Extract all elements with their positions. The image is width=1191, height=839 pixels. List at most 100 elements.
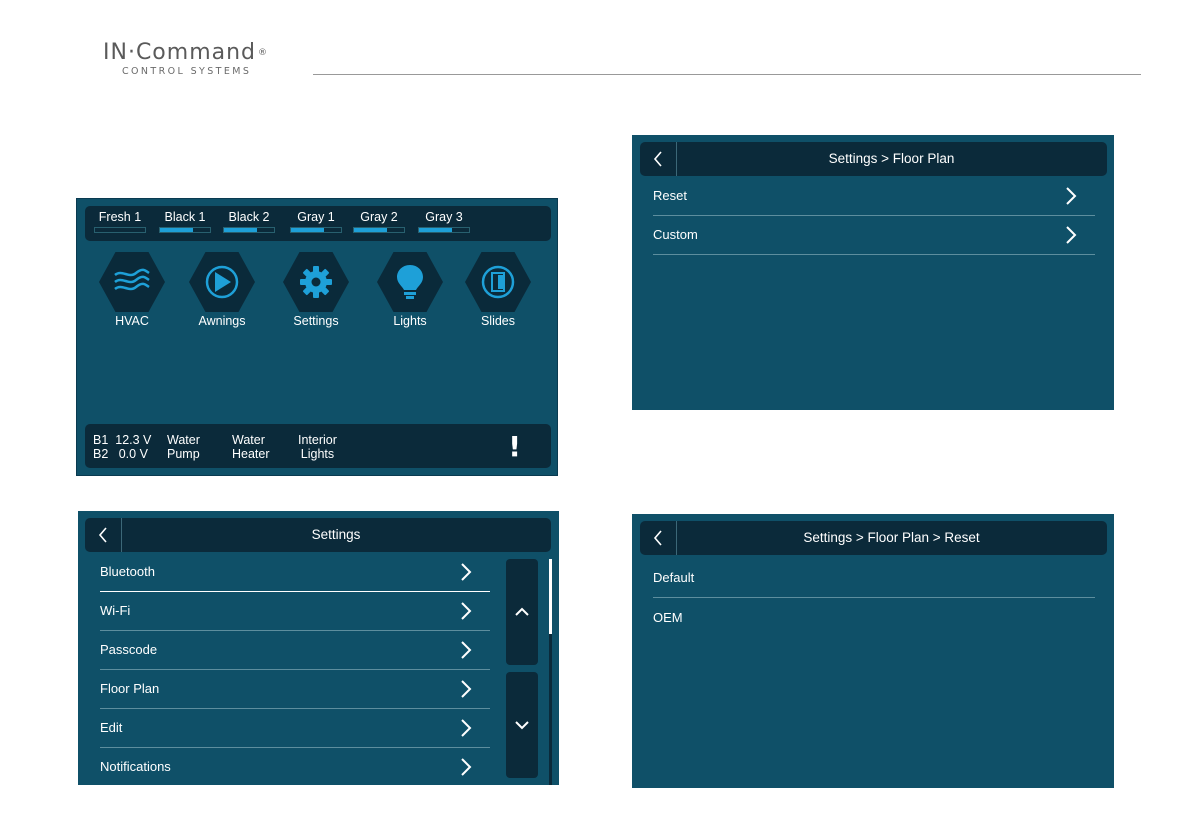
tank-gauge: [94, 227, 146, 233]
item-label: Edit: [100, 720, 123, 735]
item-label: Custom: [653, 227, 698, 242]
toggle-label-line1: Water: [232, 433, 265, 447]
tank-black-1[interactable]: Black 1: [157, 210, 213, 233]
tank-gauge: [159, 227, 211, 233]
header-rule: [313, 74, 1141, 75]
app-label: Awnings: [198, 314, 246, 328]
awning-icon: [205, 265, 239, 299]
settings-item-floor-plan[interactable]: Floor Plan: [100, 670, 490, 709]
hex-frame: [465, 252, 531, 312]
tank-gauge-fill: [354, 228, 387, 232]
tank-gauge-fill: [419, 228, 452, 232]
registered-mark: ®: [258, 48, 269, 58]
lights-button[interactable]: Lights: [365, 252, 455, 328]
reset-header: Settings > Floor Plan > Reset: [640, 521, 1107, 555]
chevron-up-icon: [515, 607, 529, 616]
hvac-button[interactable]: HVAC: [87, 252, 177, 328]
status-bar: B1 12.3 V B2 0.0 V Water Pump Water Heat…: [85, 424, 551, 468]
tank-label: Gray 3: [425, 210, 463, 224]
floor-plan-item-custom[interactable]: Custom: [653, 216, 1095, 255]
tank-label: Black 2: [228, 210, 270, 224]
chevron-right-icon: [461, 563, 472, 581]
scroll-down-button[interactable]: [506, 672, 538, 778]
brand-subtitle: CONTROL SYSTEMS: [122, 66, 252, 77]
battery-readout: B1 12.3 V B2 0.0 V: [93, 433, 151, 461]
brand-name: IN·Command ®: [103, 42, 268, 64]
floor-plan-item-reset[interactable]: Reset: [653, 177, 1095, 216]
floor-plan-header: Settings > Floor Plan: [640, 142, 1107, 176]
page-title: Settings > Floor Plan > Reset: [803, 530, 980, 545]
back-button[interactable]: [640, 521, 677, 555]
tank-gray-1[interactable]: Gray 1: [288, 210, 344, 233]
hex-frame: [99, 252, 165, 312]
chevron-left-icon: [98, 527, 107, 543]
tank-gauge-fill: [291, 228, 324, 232]
battery-2-label: B2: [93, 447, 109, 461]
page-title: Settings > Floor Plan: [828, 151, 955, 166]
tank-gauge: [418, 227, 470, 233]
chevron-right-icon: [461, 758, 472, 776]
chevron-down-icon: [515, 721, 529, 730]
brand-name-text: IN·Command: [103, 40, 257, 65]
chevron-right-icon: [461, 641, 472, 659]
awnings-button[interactable]: Awnings: [177, 252, 267, 328]
settings-item-notifications[interactable]: Notifications: [100, 748, 490, 785]
tank-label: Fresh 1: [98, 210, 142, 224]
item-label: Passcode: [100, 642, 158, 657]
alert-icon[interactable]: !: [508, 430, 521, 463]
item-label: Wi-Fi: [100, 603, 131, 618]
tank-label: Gray 1: [297, 210, 335, 224]
settings-item-edit[interactable]: Edit: [100, 709, 490, 748]
chevron-right-icon: [461, 680, 472, 698]
tank-levels-bar: Fresh 1 Black 1 Black 2 Gray 1 Gray 2 Gr…: [85, 206, 551, 241]
chevron-right-icon: [461, 602, 472, 620]
interior-lights-toggle[interactable]: Interior Lights: [298, 433, 337, 461]
settings-button[interactable]: Settings: [271, 252, 361, 328]
tank-gray-3[interactable]: Gray 3: [416, 210, 472, 233]
chevron-left-icon: [653, 530, 662, 546]
chevron-right-icon: [1066, 187, 1077, 205]
scroll-up-button[interactable]: [506, 559, 538, 665]
settings-item-wifi[interactable]: Wi-Fi: [100, 592, 490, 631]
reset-item-default[interactable]: Default: [653, 559, 1095, 598]
settings-screen: Settings Bluetooth Wi-Fi Passcode Floor …: [78, 511, 559, 785]
app-label: Slides: [480, 314, 516, 328]
back-button[interactable]: [85, 518, 122, 552]
settings-item-passcode[interactable]: Passcode: [100, 631, 490, 670]
reset-screen: Settings > Floor Plan > Reset Default OE…: [632, 514, 1114, 788]
tank-black-2[interactable]: Black 2: [221, 210, 277, 233]
tank-fresh-1[interactable]: Fresh 1: [92, 210, 148, 233]
slide-icon: [481, 265, 515, 299]
home-screen: Fresh 1 Black 1 Black 2 Gray 1 Gray 2 Gr…: [76, 198, 558, 476]
water-pump-toggle[interactable]: Water Pump: [167, 433, 200, 461]
settings-item-bluetooth[interactable]: Bluetooth: [100, 553, 490, 592]
tank-gauge: [353, 227, 405, 233]
floor-plan-screen: Settings > Floor Plan Reset Custom: [632, 135, 1114, 410]
water-heater-toggle[interactable]: Water Heater: [232, 433, 270, 461]
toggle-label-line2: Lights: [300, 447, 335, 461]
tank-gray-2[interactable]: Gray 2: [351, 210, 407, 233]
toggle-label-line2: Pump: [167, 447, 200, 461]
back-button[interactable]: [640, 142, 677, 176]
app-label: HVAC: [115, 314, 149, 328]
tank-gauge-fill: [224, 228, 257, 232]
reset-item-oem[interactable]: OEM: [653, 599, 1095, 638]
hex-frame: [377, 252, 443, 312]
chevron-right-icon: [1066, 226, 1077, 244]
hex-frame: [283, 252, 349, 312]
toggle-label-line1: Interior: [298, 433, 337, 447]
battery-1-label: B1: [93, 433, 109, 447]
tank-gauge-fill: [160, 228, 193, 232]
toggle-label-line2: Heater: [232, 447, 270, 461]
scrollbar-thumb[interactable]: [549, 559, 552, 634]
tank-label: Gray 2: [360, 210, 398, 224]
item-label: Floor Plan: [100, 681, 160, 696]
item-label: Reset: [653, 188, 687, 203]
battery-2-voltage: 0.0 V: [118, 447, 148, 461]
hvac-waves-icon: [114, 268, 150, 291]
gear-icon: [300, 266, 332, 298]
slides-button[interactable]: Slides: [453, 252, 543, 328]
settings-header: Settings: [85, 518, 551, 552]
scrollbar[interactable]: [549, 559, 552, 785]
item-label: Bluetooth: [100, 564, 155, 579]
